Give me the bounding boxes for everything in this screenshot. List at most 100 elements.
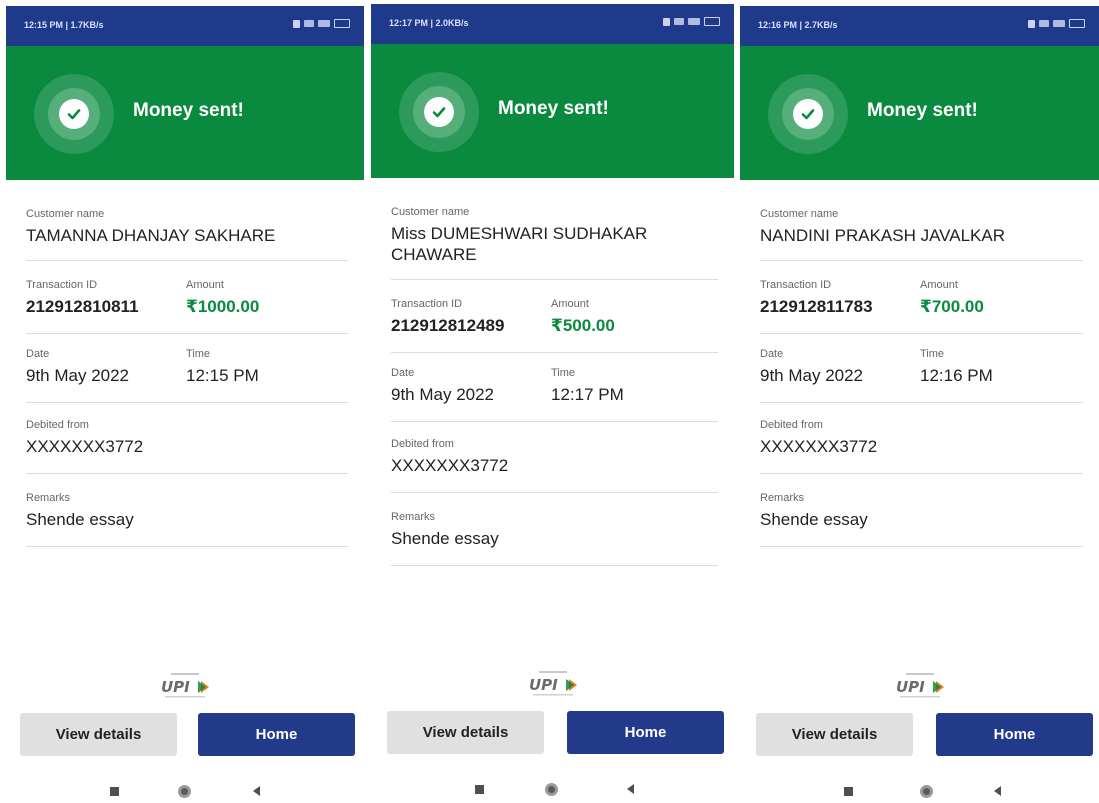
time-label: Time [186, 348, 211, 360]
transaction-id-value: 212912810811 [26, 297, 139, 316]
debited-from-field: Debited from XXXXXXX3772 [760, 403, 1083, 474]
notification-icon [293, 19, 300, 28]
debited-from-value: XXXXXXX3772 [391, 456, 509, 475]
wifi-signal-icon [304, 20, 314, 27]
view-details-button[interactable]: View details [387, 711, 544, 754]
upi-logo-text: UPI [896, 678, 925, 696]
customer-name-label: Customer name [391, 206, 470, 218]
status-time: 12:15 PM | 1.7KB/s [24, 20, 104, 30]
notification-icon [1028, 19, 1035, 28]
customer-name-value: TAMANNA DHANJAY SAKHARE [26, 226, 276, 245]
system-status-icons [1028, 19, 1085, 28]
banner-title: Money sent! [133, 100, 244, 121]
time-value: 12:16 PM [920, 366, 993, 385]
status-time: 12:16 PM | 2.7KB/s [758, 20, 838, 30]
home-circle-icon[interactable] [545, 783, 558, 796]
notification-icon [663, 17, 670, 26]
amount-value: ₹1000.00 [186, 297, 260, 316]
customer-name-value: Miss DUMESHWARI SUDHAKAR CHAWARE [391, 224, 648, 264]
date-time-row: Date 9th May 2022 Time 12:17 PM [391, 353, 718, 422]
transaction-id-value: 212912811783 [760, 297, 873, 316]
amount-value: ₹700.00 [920, 297, 984, 316]
debited-from-label: Debited from [391, 438, 454, 450]
battery-icon [334, 19, 350, 28]
transaction-id-label: Transaction ID [760, 279, 832, 291]
back-arrow-icon[interactable] [994, 786, 1001, 796]
recent-apps-icon[interactable] [844, 787, 853, 796]
transaction-details: Customer name Miss DUMESHWARI SUDHAKAR C… [391, 178, 718, 566]
status-bar: 12:15 PM | 1.7KB/s [6, 6, 364, 46]
remarks-field: Remarks Shende essay [26, 474, 348, 547]
check-circle-icon [768, 74, 848, 154]
customer-name-field: Customer name NANDINI PRAKASH JAVALKAR [760, 180, 1083, 261]
view-details-button[interactable]: View details [756, 713, 913, 756]
debited-from-label: Debited from [26, 419, 89, 431]
debited-from-field: Debited from XXXXXXX3772 [26, 403, 348, 474]
cell-signal-icon [688, 18, 700, 25]
amount-label: Amount [186, 279, 224, 291]
transaction-id-label: Transaction ID [391, 298, 463, 310]
system-status-icons [293, 19, 350, 28]
home-circle-icon[interactable] [920, 785, 933, 798]
debited-from-value: XXXXXXX3772 [760, 437, 878, 456]
debited-from-value: XXXXXXX3772 [26, 437, 144, 456]
recent-apps-icon[interactable] [475, 785, 484, 794]
success-banner: Money sent! [371, 44, 734, 178]
remarks-value: Shende essay [391, 529, 499, 548]
time-value: 12:15 PM [186, 366, 259, 385]
amount-label: Amount [551, 298, 589, 310]
customer-name-label: Customer name [760, 208, 839, 220]
remarks-label: Remarks [26, 492, 71, 504]
home-button[interactable]: Home [567, 711, 724, 754]
remarks-field: Remarks Shende essay [391, 493, 718, 566]
transaction-amount-row: Transaction ID 212912811783 Amount ₹700.… [760, 261, 1083, 334]
time-label: Time [920, 348, 945, 360]
wifi-signal-icon [1039, 20, 1049, 27]
amount-label: Amount [920, 279, 958, 291]
date-value: 9th May 2022 [26, 366, 130, 385]
back-arrow-icon[interactable] [627, 784, 634, 794]
cell-signal-icon [1053, 20, 1065, 27]
success-banner: Money sent! [740, 46, 1099, 180]
battery-icon [1069, 19, 1085, 28]
check-circle-icon [34, 74, 114, 154]
upi-logo: UPI [529, 671, 577, 696]
date-time-row: Date 9th May 2022 Time 12:15 PM [26, 334, 348, 403]
debited-from-label: Debited from [760, 419, 823, 431]
upi-logo: UPI [896, 673, 944, 698]
transaction-id-value: 212912812489 [391, 316, 505, 335]
status-bar: 12:17 PM | 2.0KB/s [371, 4, 734, 44]
transaction-amount-row: Transaction ID 212912812489 Amount ₹500.… [391, 280, 718, 353]
cell-signal-icon [318, 20, 330, 27]
recent-apps-icon[interactable] [110, 787, 119, 796]
transaction-details: Customer name NANDINI PRAKASH JAVALKAR T… [760, 180, 1083, 547]
upi-logo-text: UPI [161, 678, 190, 696]
phone-screen-2: 12:17 PM | 2.0KB/s Money sent! Customer … [371, 4, 734, 803]
remarks-label: Remarks [760, 492, 805, 504]
banner-title: Money sent! [867, 100, 978, 121]
wifi-signal-icon [674, 18, 684, 25]
android-nav-bar [6, 782, 364, 803]
debited-from-field: Debited from XXXXXXX3772 [391, 422, 718, 493]
date-value: 9th May 2022 [760, 366, 864, 385]
customer-name-label: Customer name [26, 208, 105, 220]
android-nav-bar [371, 780, 734, 803]
home-button[interactable]: Home [936, 713, 1093, 756]
home-circle-icon[interactable] [178, 785, 191, 798]
android-nav-bar [740, 782, 1099, 803]
phone-screen-1: 12:15 PM | 1.7KB/s Money sent! Customer … [6, 6, 364, 803]
remarks-field: Remarks Shende essay [760, 474, 1083, 547]
time-label: Time [551, 367, 576, 379]
home-button[interactable]: Home [198, 713, 355, 756]
customer-name-field: Customer name Miss DUMESHWARI SUDHAKAR C… [391, 178, 718, 280]
view-details-button[interactable]: View details [20, 713, 177, 756]
check-circle-icon [399, 72, 479, 152]
back-arrow-icon[interactable] [253, 786, 260, 796]
customer-name-value: NANDINI PRAKASH JAVALKAR [760, 226, 1005, 245]
transaction-id-label: Transaction ID [26, 279, 98, 291]
date-value: 9th May 2022 [391, 385, 495, 404]
status-bar: 12:16 PM | 2.7KB/s [740, 6, 1099, 46]
remarks-value: Shende essay [760, 510, 868, 529]
phone-screen-3: 12:16 PM | 2.7KB/s Money sent! Customer … [740, 6, 1099, 803]
status-time: 12:17 PM | 2.0KB/s [389, 18, 469, 28]
